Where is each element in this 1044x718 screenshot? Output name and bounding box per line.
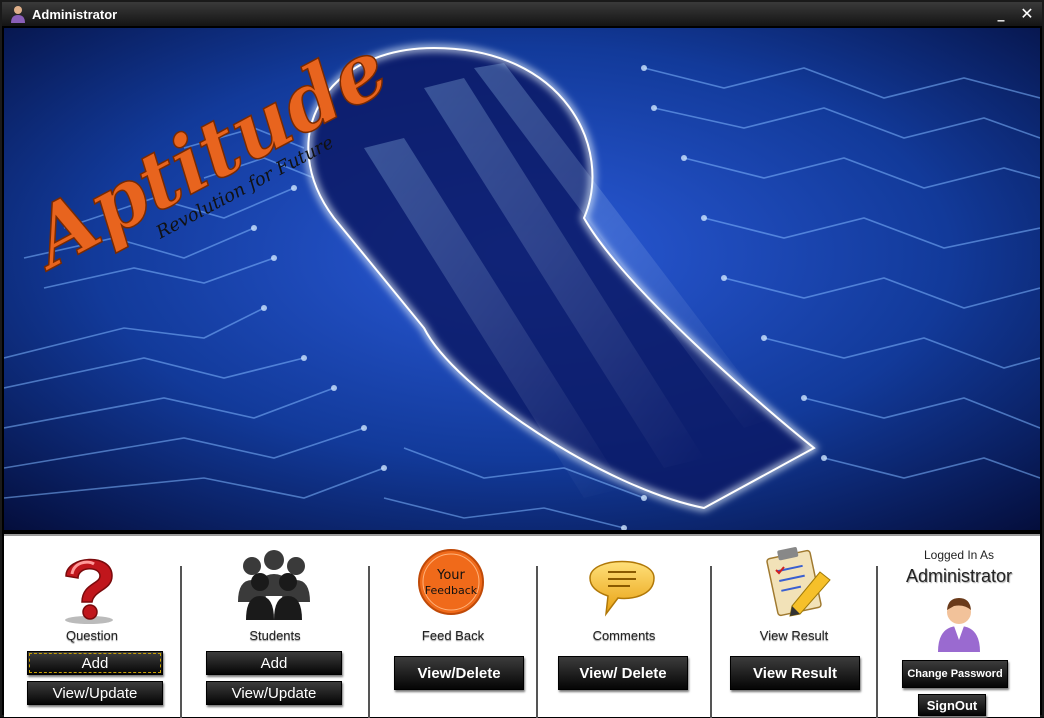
feedback-badge-icon: Your Feedback [418, 549, 484, 615]
result-section: View Result View Result [712, 536, 876, 717]
question-label: Question [65, 628, 119, 643]
signout-button[interactable]: SignOut [918, 694, 986, 716]
comments-section: Comments View/ Delete [538, 536, 710, 717]
logged-in-as-label: Logged In As [923, 548, 995, 562]
feedback-badge-text-1: Your [436, 568, 465, 583]
feedback-badge-text-2: Feedback [425, 584, 478, 597]
question-add-button[interactable]: Add [27, 651, 163, 675]
question-section: Question Add View/Update [4, 536, 180, 717]
feedback-view-delete-button[interactable]: View/Delete [394, 656, 524, 690]
comments-label: Comments [592, 628, 656, 643]
user-icon [11, 6, 25, 23]
admin-avatar-icon [938, 598, 980, 652]
question-mark-icon [65, 558, 113, 624]
app-window: Administrator _ ✕ Aptitude Revolution fo… [0, 0, 1044, 718]
view-result-button[interactable]: View Result [730, 656, 860, 690]
close-button[interactable]: ✕ [1016, 5, 1038, 23]
students-add-button[interactable]: Add [206, 651, 342, 675]
minimize-button[interactable]: _ [990, 5, 1012, 23]
circuit-keyhole-graphic: Aptitude Revolution for Future [4, 28, 1040, 530]
clipboard-pencil-icon [766, 547, 831, 617]
window-title: Administrator [32, 6, 118, 22]
students-section: Students Add View/Update [182, 536, 368, 717]
account-section: Logged In As Administrator Change Passwo… [878, 536, 1040, 717]
admin-actions-panel: Question Add View/Update Students Add Vi… [4, 534, 1040, 718]
comment-bubble-icon [589, 560, 655, 617]
change-password-button[interactable]: Change Password [902, 660, 1008, 688]
students-label: Students [249, 628, 301, 643]
question-view-update-button[interactable]: View/Update [27, 681, 163, 705]
students-group-icon [238, 550, 310, 620]
feedback-label: Feed Back [421, 628, 485, 643]
students-view-update-button[interactable]: View/Update [206, 681, 342, 705]
title-bar[interactable]: Administrator _ ✕ [2, 2, 1042, 26]
feedback-section: Your Feedback Feed Back View/Delete [370, 536, 536, 717]
logged-in-user-name: Administrator [905, 566, 1013, 586]
view-result-label: View Result [759, 628, 829, 643]
comments-view-delete-button[interactable]: View/ Delete [558, 656, 688, 690]
banner-image: Aptitude Revolution for Future [4, 28, 1040, 530]
